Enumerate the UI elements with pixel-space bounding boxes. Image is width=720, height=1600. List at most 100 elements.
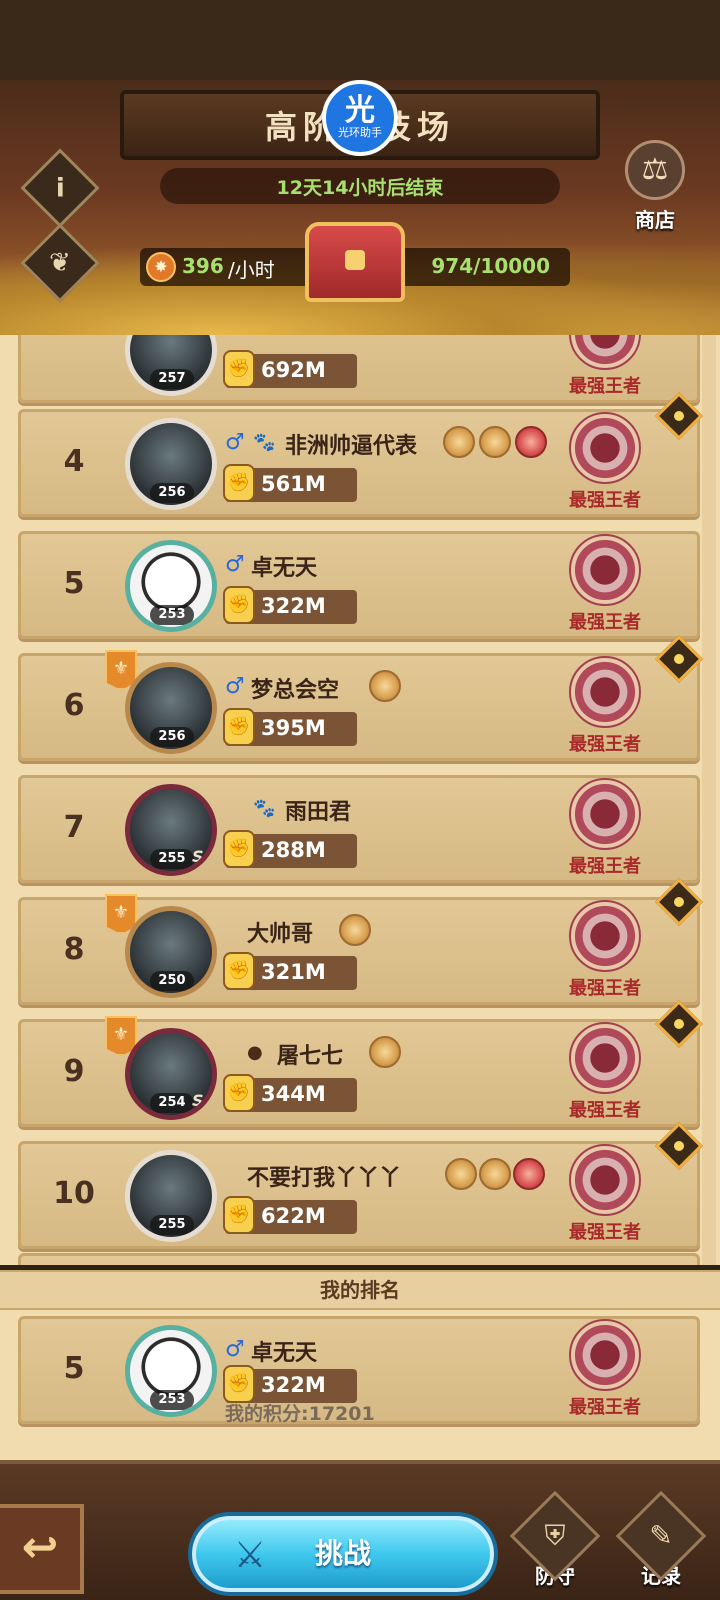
my-avatar[interactable]: 253 [125,1325,217,1417]
ranking-row[interactable]: 9 ⚜ 254 S4 ● 屠七七 ✊ 344M 最强王者 [18,1016,700,1130]
player-avatar[interactable]: 253 [125,540,217,632]
ranking-row[interactable]: 7 255 S4 🐾 雨田君 ✊ 288M 最强王者 [18,775,700,883]
player-level: 255 [150,849,194,869]
male-icon: ♂ [225,430,245,455]
medal-icon [513,1158,545,1190]
male-icon: ♂ [225,1337,245,1362]
my-rank-number: 5 [63,1351,85,1386]
player-level: 257 [150,369,194,389]
scrollbar[interactable] [702,335,716,1265]
title-emblem: 最强王者 [557,1018,653,1130]
title-label: 最强王者 [569,1397,641,1418]
player-avatar[interactable]: 255 S4 [125,784,217,876]
defense-button[interactable]: ⛨ 防守 [509,1490,601,1600]
medal-icon [369,670,401,702]
title-label: 最强王者 [569,1222,641,1243]
ranking-row[interactable]: 5 253 ♂ 卓无天 ✊ 322M 最强王者 [18,531,700,639]
halo-assistant-logo[interactable]: 光 光环助手 [322,80,398,156]
male-icon: ♂ [225,552,245,577]
player-level: 250 [150,971,194,991]
king-emblem-icon [569,656,641,728]
player-name: 卓无天 [251,556,318,581]
player-avatar[interactable]: 255 [125,1150,217,1242]
ranking-row[interactable]: 8 ⚜ 250 大帅哥 ✊ 321M 最强王者 [18,894,700,1005]
king-emblem-icon [569,900,641,972]
title-label: 最强王者 [569,734,641,755]
power-box: ✊ 561M [223,464,357,502]
power-box: ✊ 288M [223,830,357,868]
medal-icon [443,426,475,458]
title-label: 最强王者 [569,978,641,999]
power-value: 322M [261,594,326,618]
info-icon: i [55,172,65,203]
player-avatar[interactable]: 256 [125,418,217,510]
rank-number: 5 [63,566,85,601]
ranking-row[interactable]: 6 ⚜ 256 ♂ 梦总会空 ✊ 395M 最强王者 [18,650,700,761]
my-rank-section: 5 253 ♂ 卓无天 ✊ 322M 我的积分:17201 最强王者 [0,1310,720,1460]
player-name: 梦总会空 [251,678,340,703]
my-rank-row[interactable]: 5 253 ♂ 卓无天 ✊ 322M 我的积分:17201 最强王者 [18,1316,700,1425]
player-name: 雨田君 [285,800,352,825]
my-rank-header: 我的排名 [0,1270,720,1310]
power-value: 321M [261,960,326,984]
paw-icon: 🐾 [253,798,276,819]
player-level: 253 [150,605,194,625]
challenge-label: 挑战 [314,1537,371,1570]
ranking-row[interactable]: 10 255 不要打我丫丫丫 ✊ 622M 最强王者 [18,1141,700,1249]
challenge-button[interactable]: ⚔ 挑战 [188,1512,498,1596]
fist-icon: ✊ [223,830,255,868]
rate-unit: /小时 [228,258,275,282]
fist-icon: ✊ [223,952,255,990]
power-box: ✊ 622M [223,1196,357,1234]
power-value: 622M [261,1204,326,1228]
king-emblem-icon [569,778,641,850]
bottom-bar: ↩ ⚔ 挑战 ⛨ 防守 ✎ 记录 [0,1460,720,1600]
power-box: ✊ 322M [223,1365,357,1403]
my-power-value: 322M [261,1373,326,1397]
player-avatar[interactable]: 250 [125,906,217,998]
arena-header: 高阶竞技场 光 光环助手 12天14小时后结束 i ❦ ⚖ 商店 ✸ 396 /… [0,80,720,335]
logo-glyph: 光 [345,93,375,129]
power-value: 561M [261,472,326,496]
title-emblem: 最强王者 [557,1140,653,1252]
title-label: 最强王者 [569,376,641,397]
king-emblem-icon [569,1319,641,1391]
info-button[interactable]: i [20,148,100,228]
player-avatar[interactable]: 256 [125,662,217,754]
sprout-icon: ❦ [49,247,71,278]
medal-icon [515,426,547,458]
season-tag: S4 [192,847,215,866]
back-button[interactable]: ↩ [0,1504,84,1594]
ranking-row[interactable]: 4 256 ♂ 🐾 非洲帅逼代表 ✊ 561M 最强王者 [18,409,700,517]
player-avatar[interactable]: 254 S4 [125,1028,217,1120]
fist-icon: ✊ [223,708,255,746]
power-value: 692M [261,358,326,382]
player-avatar[interactable]: 257 [125,335,217,396]
title-label: 最强王者 [569,612,641,633]
title-label: 最强王者 [569,856,641,877]
title-label: 最强王者 [569,490,641,511]
record-button[interactable]: ✎ 记录 [615,1490,707,1600]
fist-icon: ✊ [223,1074,255,1112]
power-box: ✊ 395M [223,708,357,746]
bear-icon: ● [247,1042,263,1063]
rank-number: 8 [63,932,85,967]
shop-button[interactable]: ⚖ 商店 [610,140,700,240]
king-emblem-icon [569,1144,641,1216]
fist-icon: ✊ [223,350,255,388]
treasure-chest-button[interactable] [305,222,405,302]
rank-number: 7 [63,810,85,845]
power-box: ✊ 321M [223,952,357,990]
rate-value: 396 [182,254,224,278]
player-name: 大帅哥 [247,922,314,947]
ranking-row[interactable]: 257 ✊ 692M 最强王者 [18,335,700,403]
ranking-list[interactable]: 257 ✊ 692M 最强王者 4 256 ♂ 🐾 非洲帅逼代表 ✊ 561M … [0,335,720,1265]
medal-icon [445,1158,477,1190]
player-name: 不要打我丫丫丫 [247,1166,402,1191]
medal-icon [369,1036,401,1068]
rank-number: 10 [53,1176,95,1211]
ranking-row[interactable] [18,1253,700,1265]
medal-icon [339,914,371,946]
male-icon: ♂ [225,674,245,699]
player-level: 256 [150,727,194,747]
